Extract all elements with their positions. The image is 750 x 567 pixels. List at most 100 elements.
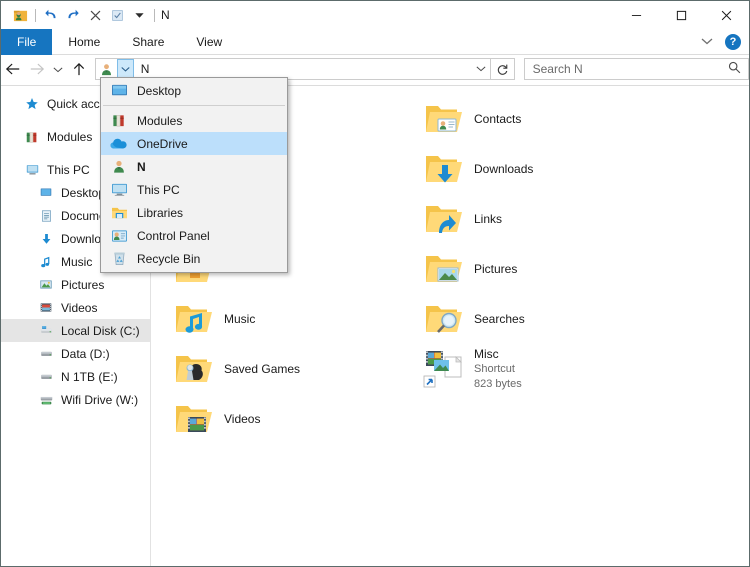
system-drive-icon [37,323,55,339]
menu-item-control-panel[interactable]: Control Panel [101,224,287,247]
star-icon [23,96,41,112]
menu-item-n[interactable]: N [101,155,287,178]
address-path-text: N [140,62,150,76]
search-placeholder: Search N [532,62,583,76]
folder-properties-icon[interactable] [9,4,31,26]
undo-icon[interactable] [40,4,62,26]
ribbon-tab-bar: File Home Share View ? [1,29,749,55]
recent-locations-button[interactable] [49,57,67,81]
drive-icon [37,369,55,385]
folder-videos-icon [172,397,216,441]
folder-savedgames-icon [172,347,216,391]
music-note-icon [37,254,55,270]
menu-item-desktop[interactable]: Desktop [101,79,287,102]
desktop-icon [37,185,55,201]
file-item-saved-games[interactable]: Saved Games [162,344,412,394]
chevron-down-icon[interactable] [695,36,719,48]
tab-file-label: File [17,35,37,49]
sidebar-label: Wifi Drive (W:) [61,392,139,407]
forward-button[interactable] [25,57,49,81]
properties-icon[interactable] [106,4,128,26]
help-icon[interactable]: ? [725,34,741,50]
documents-icon [37,208,55,224]
desktop-icon [109,82,129,100]
user-icon [109,158,129,176]
sidebar-label: This PC [47,162,90,177]
back-button[interactable] [1,57,25,81]
pictures-icon [37,277,55,293]
search-icon[interactable] [728,61,741,77]
onedrive-cloud-icon [109,135,129,153]
menu-item-this-pc[interactable]: This PC [101,178,287,201]
breadcrumb-chevron-icon[interactable] [116,59,134,79]
file-name: Downloads [474,162,534,176]
file-name: Saved Games [224,362,301,376]
file-labels: Saved Games [224,361,300,377]
file-name: Misc [474,346,499,361]
drive-icon [37,346,55,362]
sidebar-item-wifi-drive-w[interactable]: Wifi Drive (W:) [1,388,150,411]
sidebar-item-data-d[interactable]: Data (D:) [1,342,150,365]
file-name: Pictures [474,262,518,276]
sidebar-item-pictures[interactable]: Pictures [1,273,150,296]
file-labels: Music [224,311,255,327]
help-label: ? [729,36,737,48]
maximize-button[interactable] [659,1,704,29]
folder-searches-icon [422,297,466,341]
this-pc-icon [109,181,129,199]
file-explorer-window: N File Home Share View ? N Search N Quic… [0,0,750,567]
address-dropdown-menu[interactable]: Desktop Modules OneDrive N This PC Libra… [100,77,288,273]
menu-item-libraries[interactable]: Libraries [101,201,287,224]
delete-icon[interactable] [84,4,106,26]
menu-item-label: Libraries [137,205,184,220]
file-item-downloads[interactable]: Downloads [412,144,662,194]
books-icon [23,129,41,145]
up-button[interactable] [67,57,91,81]
menu-separator [103,105,285,106]
file-subtitle: Shortcut [474,362,515,375]
customize-qat-icon[interactable] [128,4,150,26]
file-name: Links [474,212,503,226]
file-item-pictures[interactable]: Pictures [412,244,662,294]
close-button[interactable] [704,1,749,29]
sidebar-item-local-disk-c[interactable]: Local Disk (C:) [1,319,150,342]
recycle-bin-icon [109,250,129,268]
tab-share[interactable]: Share [116,29,180,55]
file-item-contacts[interactable]: Contacts [412,94,662,144]
file-labels: Downloads [474,161,533,177]
redo-icon[interactable] [62,4,84,26]
menu-item-onedrive[interactable]: OneDrive [101,132,287,155]
menu-item-modules[interactable]: Modules [101,109,287,132]
sidebar-item-n-drive-e[interactable]: N 1TB (E:) [1,365,150,388]
search-input[interactable]: Search N [523,58,749,80]
file-labels: Links [474,211,502,227]
file-labels: Searches [474,311,525,327]
file-name: Contacts [474,112,522,126]
sidebar-label: N 1TB (E:) [61,369,118,384]
downloads-arrow-icon [37,231,55,247]
menu-item-recycle-bin[interactable]: Recycle Bin [101,247,287,270]
menu-item-label: Modules [137,113,183,128]
menu-item-label: N [137,159,146,174]
file-item-music[interactable]: Music [162,294,412,344]
file-item-links[interactable]: Links [412,194,662,244]
sidebar-item-videos[interactable]: Videos [1,296,150,319]
tab-file[interactable]: File [1,29,53,55]
window-controls [614,1,749,29]
file-labels: Misc Shortcut 823 bytes [474,347,522,392]
file-item-videos[interactable]: Videos [162,394,412,444]
refresh-button[interactable] [490,58,515,80]
tab-home[interactable]: Home [52,29,116,55]
qat-divider-2 [154,8,155,22]
tab-view-label: View [196,35,223,49]
file-item-misc[interactable]: Misc Shortcut 823 bytes [412,344,662,394]
address-dropdown-icon[interactable] [476,64,486,75]
menu-item-label: Desktop [137,83,182,98]
tab-view[interactable]: View [180,29,238,55]
folder-downloads-icon [422,147,466,191]
minimize-button[interactable] [614,1,659,29]
file-name: Videos [224,412,261,426]
file-item-searches[interactable]: Searches [412,294,662,344]
menu-item-label: Control Panel [137,228,210,243]
control-panel-icon [109,227,129,245]
